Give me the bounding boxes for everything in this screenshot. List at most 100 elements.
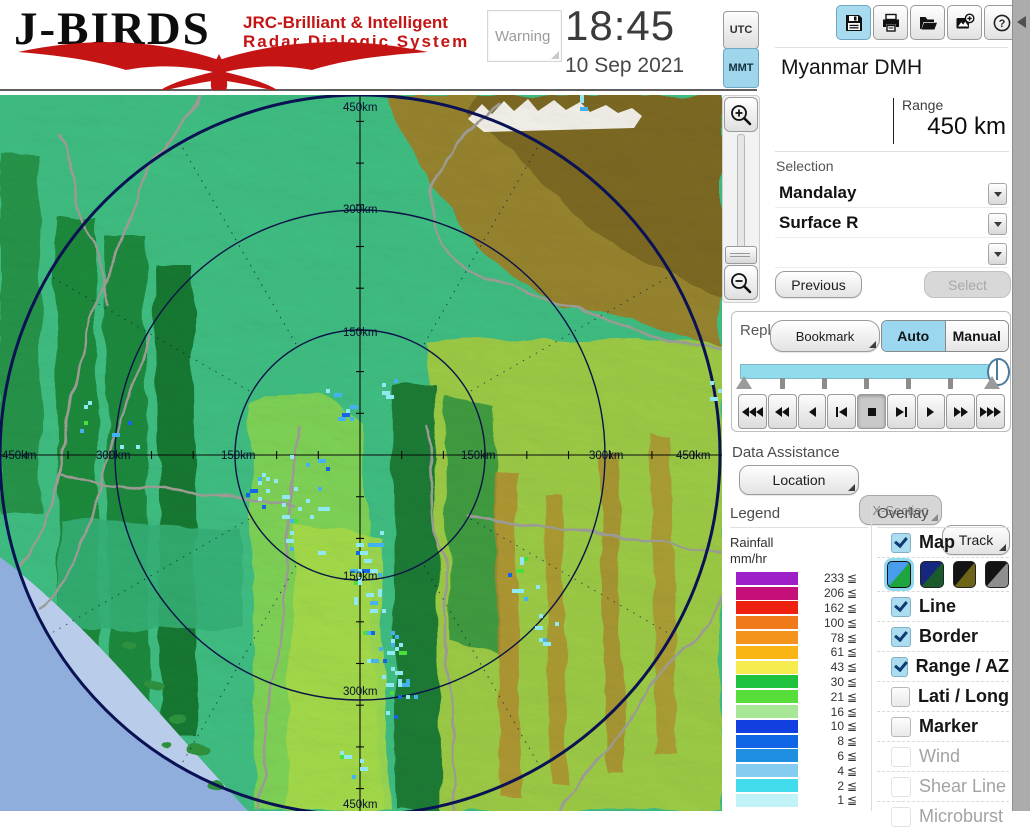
play-reverse-button[interactable] — [797, 394, 827, 429]
overlay-checkbox[interactable] — [891, 716, 911, 737]
replay-progress-bar[interactable] — [740, 364, 1008, 379]
warning-box[interactable]: Warning — [487, 10, 562, 62]
legend-value: 10 — [830, 719, 844, 734]
rewind-2-button[interactable] — [767, 394, 797, 429]
extra-dropdown[interactable] — [775, 240, 1009, 268]
stop-icon — [867, 407, 876, 416]
legend-value: 78 — [830, 630, 844, 645]
map-style-swatch[interactable] — [952, 561, 977, 588]
svg-text:150km: 150km — [461, 450, 496, 462]
selection-label: Selection — [776, 158, 834, 174]
help-icon: ? — [993, 14, 1010, 31]
time-tick — [906, 378, 911, 389]
map-style-swatch[interactable] — [919, 561, 944, 588]
panel-collapse-strip[interactable] — [1012, 0, 1030, 811]
print-button[interactable] — [873, 5, 908, 40]
map-style-swatch[interactable] — [887, 561, 911, 588]
svg-text:300km: 300km — [343, 686, 378, 698]
legend-value: 4 — [837, 763, 844, 778]
overlay-label: Lati / Long — [918, 686, 1009, 706]
overlay-item-shear-line: Shear Line — [877, 771, 1009, 801]
legend-value: 8 — [837, 734, 844, 749]
overlay-checkbox[interactable] — [891, 686, 911, 707]
product-dropdown-value: Surface R — [779, 213, 859, 232]
bookmark-button[interactable]: Bookmark — [770, 320, 880, 352]
legend-lte-symbol: ≦ — [847, 615, 858, 630]
play-button[interactable] — [916, 394, 946, 429]
add-image-icon — [956, 13, 975, 28]
add-image-button[interactable] — [947, 5, 982, 40]
svg-text:300km: 300km — [96, 450, 131, 462]
zoom-in-button[interactable] — [724, 97, 758, 132]
step-forward-button[interactable] — [886, 394, 916, 429]
range-start-marker[interactable] — [736, 376, 752, 389]
overlay-checkbox[interactable] — [891, 596, 911, 617]
map-style-swatch[interactable] — [985, 561, 1009, 588]
magnifier-plus-icon — [731, 104, 752, 125]
transport-controls — [738, 394, 1006, 429]
legend-lte-symbol: ≦ — [847, 645, 858, 660]
overlay-item-border: Border — [877, 621, 1009, 651]
location-button[interactable]: Location — [739, 465, 859, 495]
overlay-label: Shear Line — [919, 776, 1007, 796]
utc-button[interactable]: UTC — [723, 11, 759, 49]
product-dropdown-arrow[interactable] — [988, 213, 1007, 235]
mmt-button[interactable]: MMT — [723, 48, 759, 88]
extra-dropdown-arrow[interactable] — [988, 243, 1007, 265]
previous-button[interactable]: Previous — [775, 271, 862, 298]
legend-swatch — [736, 734, 798, 748]
select-button: Select — [924, 271, 1011, 298]
svg-text:450km: 450km — [2, 450, 37, 462]
fast-forward-3-icon — [979, 406, 1001, 417]
warning-label: Warning — [495, 28, 551, 45]
overlay-checkbox — [891, 776, 911, 797]
manual-button[interactable]: Manual — [945, 321, 1008, 351]
overlay-list: Map Line Border Range / AZ Lati / Long Marker… — [877, 528, 1009, 831]
range-end-marker[interactable] — [984, 376, 1000, 389]
overlay-checkbox[interactable] — [891, 532, 911, 553]
rewind-2-icon — [775, 406, 790, 417]
radar-map[interactable]: 450km 300km 150km 150km 300km 450km 450km 300km… — [0, 95, 722, 811]
zoom-slider-thumb[interactable] — [725, 246, 757, 264]
legend-entry: 78 ≦ — [730, 630, 868, 645]
logo-tagline-1: JRC-Brilliant & Intelligent — [243, 13, 448, 32]
step-back-button[interactable] — [827, 394, 857, 429]
overlay-item-lati-long: Lati / Long — [877, 681, 1009, 711]
range-label: Range — [902, 97, 944, 113]
overlay-label: Range / AZ — [915, 656, 1009, 676]
fast-forward-3-button[interactable] — [976, 394, 1006, 429]
auto-button[interactable]: Auto — [882, 321, 946, 351]
site-dropdown-value: Mandalay — [779, 183, 857, 202]
divider — [871, 505, 872, 811]
site-dropdown-arrow[interactable] — [988, 183, 1007, 205]
zoom-out-button[interactable] — [724, 265, 758, 300]
station-title: Myanmar DMH — [781, 56, 923, 79]
site-dropdown[interactable]: Mandalay — [775, 180, 1009, 208]
legend-swatch — [736, 764, 798, 778]
legend-lte-symbol: ≦ — [847, 719, 858, 734]
overlay-checkbox — [891, 746, 911, 767]
legend-entry: 1 ≦ — [730, 793, 868, 808]
legend-entry: 8 ≦ — [730, 734, 868, 749]
replay-panel: Replay Bookmark Auto Manual — [731, 311, 1011, 432]
product-dropdown[interactable]: Surface R — [775, 210, 1009, 238]
open-folder-button[interactable] — [910, 5, 945, 40]
svg-text:450km: 450km — [343, 102, 378, 114]
svg-text:150km: 150km — [343, 571, 378, 583]
legend-entry: 10 ≦ — [730, 719, 868, 734]
save-button[interactable] — [836, 5, 871, 40]
stop-button[interactable] — [857, 394, 886, 429]
forward-2-button[interactable] — [946, 394, 976, 429]
collapse-left-icon — [1017, 16, 1026, 28]
fast-rewind-3-button[interactable] — [738, 394, 767, 429]
legend-value: 1 — [837, 793, 844, 808]
legend-value: 43 — [830, 660, 844, 675]
overlay-checkbox[interactable] — [891, 656, 908, 677]
zoom-slider-track[interactable] — [737, 134, 745, 250]
legend-lte-symbol: ≦ — [847, 689, 858, 704]
overlay-checkbox[interactable] — [891, 626, 911, 647]
time-tick — [822, 378, 827, 389]
legend-value: 100 — [823, 615, 844, 630]
legend-entry: 61 ≦ — [730, 645, 868, 660]
range-box: Range 450 km — [775, 94, 1009, 152]
